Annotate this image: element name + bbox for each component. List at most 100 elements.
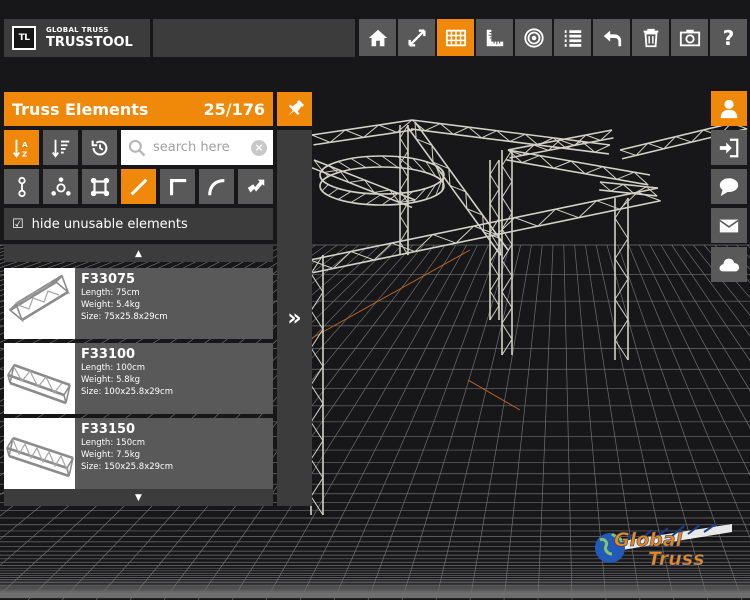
item-weight: Weight: 5.8kg xyxy=(81,375,141,385)
truss-lacing xyxy=(310,459,324,479)
truss-lacing xyxy=(509,133,526,142)
ruler-icon xyxy=(486,29,503,46)
recent-button[interactable] xyxy=(82,130,117,165)
category-junction-button[interactable] xyxy=(43,169,78,204)
list-icon xyxy=(564,29,581,47)
sort-alpha-icon: A Z xyxy=(12,139,28,158)
contact-button[interactable] xyxy=(711,208,747,243)
sort-buttons: A Z xyxy=(4,130,117,165)
pin-icon xyxy=(288,99,304,116)
project-title-field[interactable] xyxy=(153,19,355,57)
delete-button[interactable] xyxy=(632,19,669,56)
screenshot-button[interactable] xyxy=(671,19,708,56)
feedback-button[interactable] xyxy=(711,169,747,204)
category-buttons xyxy=(4,169,273,204)
list-item[interactable]: F33075 Length: 75cm Weight: 5.4kg Size: … xyxy=(4,268,273,339)
truss-lacing xyxy=(501,165,513,182)
category-box-button[interactable] xyxy=(82,169,117,204)
item-length: Length: 100cm xyxy=(81,363,146,373)
truss-lacing xyxy=(489,174,500,190)
truss-lacing xyxy=(501,338,513,356)
truss-chord xyxy=(414,121,509,251)
truss-lacing xyxy=(594,144,611,153)
app-logo: TL GLOBAL TRUSS TRUSSTOOL xyxy=(4,19,150,57)
truss-lacing xyxy=(399,137,409,152)
list-button[interactable] xyxy=(554,19,591,56)
category-accessory-button[interactable] xyxy=(238,169,273,204)
category-corner-button[interactable] xyxy=(160,169,195,204)
truss-lacing xyxy=(337,161,352,170)
truss-lacing xyxy=(521,155,540,164)
checkbox-checked-icon[interactable]: ☑ xyxy=(12,217,24,232)
box-corner-icon xyxy=(90,177,109,196)
fullscreen-button[interactable] xyxy=(398,19,435,56)
undo-button[interactable] xyxy=(593,19,630,56)
login-button[interactable] xyxy=(711,130,747,165)
sort-alpha-button[interactable]: A Z xyxy=(4,130,39,165)
help-icon: ? xyxy=(722,25,735,50)
truss-lacing xyxy=(489,203,500,219)
truss-chord xyxy=(310,166,413,209)
truss-lacing xyxy=(489,276,500,292)
truss-lacing xyxy=(619,149,637,156)
truss-lacing xyxy=(501,244,513,261)
brand-line2: Truss xyxy=(648,548,704,568)
history-icon xyxy=(91,140,107,155)
mail-icon xyxy=(719,219,739,232)
truss-lacing xyxy=(424,123,441,132)
measure-button[interactable] xyxy=(476,19,513,56)
truss-lacing xyxy=(350,192,367,203)
sort-size-icon xyxy=(51,139,69,158)
target-button[interactable] xyxy=(515,19,552,56)
user-icon xyxy=(720,99,738,118)
grid-button[interactable] xyxy=(437,19,474,56)
account-button[interactable] xyxy=(711,91,747,126)
item-length: Length: 150cm xyxy=(81,438,146,448)
camera-icon xyxy=(679,29,700,46)
truss-lacing xyxy=(381,155,399,169)
search-box: × xyxy=(121,130,273,165)
scroll-up-button[interactable]: ▲ xyxy=(4,245,273,262)
truss-lacing xyxy=(489,305,500,321)
truss-lacing xyxy=(310,421,324,441)
category-connector-button[interactable] xyxy=(4,169,39,204)
bracket-icon xyxy=(247,179,264,192)
search-input[interactable] xyxy=(153,140,241,155)
truss-lacing xyxy=(584,166,603,175)
category-curve-button[interactable] xyxy=(199,169,234,204)
item-weight: Weight: 7.5kg xyxy=(81,450,141,460)
element-count: 25/176 xyxy=(203,99,265,119)
chat-icon xyxy=(719,177,739,196)
home-button[interactable] xyxy=(359,19,396,56)
truss-chord xyxy=(506,159,649,186)
truss-lacing xyxy=(614,339,629,361)
trash-icon xyxy=(643,28,658,47)
truss-structure[interactable] xyxy=(309,119,748,516)
hide-unusable-toggle[interactable]: ☑ hide unusable elements xyxy=(4,208,273,240)
scroll-down-button[interactable]: ▼ xyxy=(4,489,273,506)
category-straight-button[interactable] xyxy=(121,169,156,204)
pin-panel-button[interactable] xyxy=(277,92,312,126)
truss-lacing xyxy=(345,129,364,138)
truss-lacing xyxy=(553,160,572,169)
truss-lacing xyxy=(321,184,329,192)
truss-lacing xyxy=(616,171,635,180)
expand-panel-button[interactable]: » xyxy=(277,130,312,506)
truss-lacing xyxy=(311,134,331,143)
fullscreen-icon xyxy=(407,28,426,47)
truss-lacing xyxy=(381,192,399,206)
truss-lacing xyxy=(399,163,409,178)
list-item[interactable]: F33150 Length: 150cm Weight: 7.5kg Size:… xyxy=(4,418,273,489)
help-button[interactable]: ? xyxy=(710,19,747,56)
truss-lacing xyxy=(501,260,513,277)
truss-lacing xyxy=(374,189,390,193)
svg-text:Z: Z xyxy=(22,149,27,158)
truss-lacing xyxy=(489,247,500,263)
list-item[interactable]: F33100 Length: 100cm Weight: 5.8kg Size:… xyxy=(4,343,273,414)
global-truss-logo: Global Truss xyxy=(595,523,732,568)
clear-search-icon[interactable]: × xyxy=(251,139,267,156)
sort-size-button[interactable] xyxy=(43,130,78,165)
truss-lacing xyxy=(675,136,692,143)
cloud-button[interactable] xyxy=(711,247,747,282)
truss-lacing xyxy=(555,208,579,219)
